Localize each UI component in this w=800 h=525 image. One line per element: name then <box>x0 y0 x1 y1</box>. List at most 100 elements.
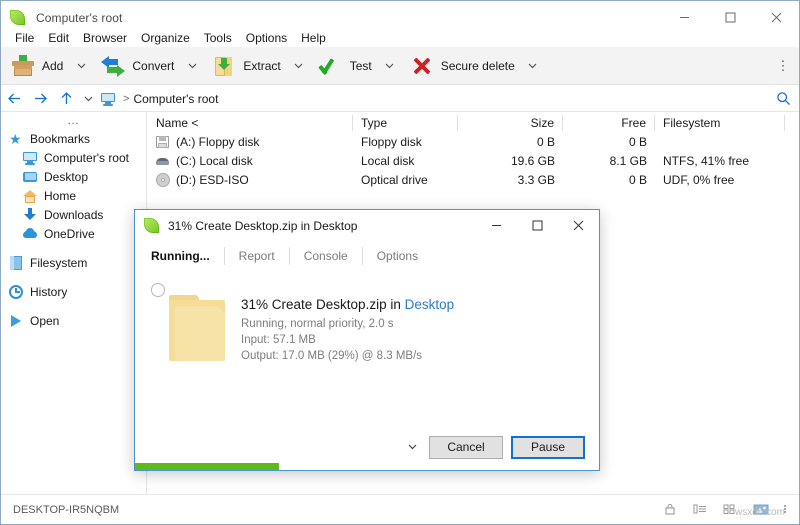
clock-icon <box>9 285 23 299</box>
sidebar-item-open[interactable]: Open <box>1 311 146 330</box>
menu-item-edit[interactable]: Edit <box>41 29 76 47</box>
table-row[interactable]: (A:) Floppy disk Floppy disk 0 B 0 B <box>148 132 799 151</box>
job-input-line: Input: 57.1 MB <box>241 332 454 348</box>
tiles-view-icon[interactable] <box>723 502 739 518</box>
sidebar-item-label: Bookmarks <box>30 132 90 146</box>
computer-icon[interactable] <box>97 86 119 112</box>
sidebar-item-history[interactable]: History <box>1 282 146 301</box>
column-header-type[interactable]: Type <box>353 115 458 131</box>
job-title: 31% Create Desktop.zip in Desktop <box>241 297 454 312</box>
column-header-name[interactable]: Name < <box>148 115 353 131</box>
job-entry[interactable]: 31% Create Desktop.zip in Desktop Runnin… <box>135 285 599 364</box>
cell-type: Floppy disk <box>353 132 458 151</box>
close-icon[interactable] <box>558 210 599 241</box>
lock-icon[interactable] <box>663 502 679 518</box>
extract-button[interactable]: Extract <box>202 47 288 85</box>
menu-item-tools[interactable]: Tools <box>197 29 239 47</box>
up-arrow-icon[interactable] <box>53 86 79 112</box>
cell-free: 0 B <box>563 170 655 189</box>
back-arrow-icon[interactable] <box>1 86 27 112</box>
sidebar-item-computers-root[interactable]: Computer's root <box>1 148 146 167</box>
secure-delete-dropdown-chevron-down-icon[interactable] <box>523 47 543 85</box>
cancel-button[interactable]: Cancel <box>429 436 503 459</box>
table-row[interactable]: (C:) Local disk Local disk 19.6 GB 8.1 G… <box>148 151 799 170</box>
progress-spinner-icon <box>151 283 165 297</box>
search-icon[interactable] <box>767 86 799 112</box>
sidebar-item-label: History <box>30 285 67 299</box>
table-row[interactable]: (D:) ESD-ISO Optical drive 3.3 GB 0 B UD… <box>148 170 799 189</box>
toolbar-group-extract: Extract <box>202 47 308 85</box>
file-name-label: (A:) Floppy disk <box>176 135 259 149</box>
two-arrows-icon <box>101 54 125 78</box>
sidebar: … ★ Bookmarks Computer's root Desktop Ho… <box>1 113 147 494</box>
folder-icon <box>169 295 225 361</box>
sidebar-item-label: Computer's root <box>44 151 129 165</box>
cell-size: 3.3 GB <box>458 170 563 189</box>
tab-report[interactable]: Report <box>225 247 290 265</box>
extract-dropdown-chevron-down-icon[interactable] <box>289 47 309 85</box>
column-header-free[interactable]: Free <box>563 115 655 131</box>
sidebar-item-onedrive[interactable]: OneDrive <box>1 224 146 243</box>
pause-button[interactable]: Pause <box>511 436 585 459</box>
optical-disc-icon <box>156 173 170 187</box>
toolbar-overflow-icon[interactable]: ⋮ <box>773 47 793 85</box>
add-button[interactable]: Add <box>1 47 71 85</box>
sidebar-item-label: Filesystem <box>30 256 87 270</box>
floppy-icon <box>156 135 170 149</box>
status-bar: DESKTOP-IR5NQBM <box>1 494 799 524</box>
secure-delete-button[interactable]: Secure delete <box>400 47 523 85</box>
footer-chevron-down-icon[interactable] <box>403 436 421 458</box>
desktop-icon <box>23 170 37 184</box>
list-view-icon[interactable] <box>693 502 709 518</box>
toolbar-group-test: Test <box>309 47 400 85</box>
cell-size: 19.6 GB <box>458 151 563 170</box>
menu-item-file[interactable]: File <box>8 29 41 47</box>
sidebar-spacer <box>1 272 146 282</box>
job-target-link[interactable]: Desktop <box>405 297 455 312</box>
cell-size: 0 B <box>458 132 563 151</box>
sidebar-overflow-dots[interactable]: … <box>1 115 146 129</box>
sidebar-item-desktop[interactable]: Desktop <box>1 167 146 186</box>
address-dropdown-chevron-down-icon[interactable] <box>79 86 97 112</box>
thumbnails-view-icon[interactable] <box>753 502 769 518</box>
menu-item-help[interactable]: Help <box>294 29 333 47</box>
column-header-filesystem[interactable]: Filesystem <box>655 115 785 131</box>
menu-item-options[interactable]: Options <box>239 29 294 47</box>
convert-dropdown-chevron-down-icon[interactable] <box>182 47 202 85</box>
tab-console[interactable]: Console <box>290 247 363 265</box>
toolbar-group-convert: Convert <box>91 47 202 85</box>
progress-dialog: 31% Create Desktop.zip in Desktop Runnin… <box>134 209 600 471</box>
dialog-body: 31% Create Desktop.zip in Desktop Runnin… <box>135 271 599 364</box>
sidebar-item-label: Desktop <box>44 170 88 184</box>
menu-item-organize[interactable]: Organize <box>134 29 197 47</box>
download-icon <box>23 208 37 222</box>
toolbar-group-add: Add <box>1 47 91 85</box>
maximize-icon[interactable] <box>517 210 558 241</box>
minimize-icon[interactable] <box>476 210 517 241</box>
more-options-icon[interactable] <box>783 502 789 518</box>
sidebar-item-filesystem[interactable]: Filesystem <box>1 253 146 272</box>
tab-options[interactable]: Options <box>363 247 432 265</box>
folder-down-arrow-icon <box>212 54 236 78</box>
menu-item-browser[interactable]: Browser <box>76 29 134 47</box>
column-header-size[interactable]: Size <box>458 115 563 131</box>
tab-running[interactable]: Running... <box>147 247 225 265</box>
extract-button-label: Extract <box>243 59 280 73</box>
job-details: 31% Create Desktop.zip in Desktop Runnin… <box>225 285 454 364</box>
dialog-title: 31% Create Desktop.zip in Desktop <box>168 219 357 233</box>
convert-button[interactable]: Convert <box>91 47 182 85</box>
test-dropdown-chevron-down-icon[interactable] <box>380 47 400 85</box>
test-button[interactable]: Test <box>309 47 380 85</box>
sidebar-item-label: Home <box>44 189 76 203</box>
breadcrumb[interactable]: Computer's root <box>133 92 218 106</box>
status-bar-icons <box>663 502 789 518</box>
toolbar-group-secure-delete: Secure delete <box>400 47 543 85</box>
forward-arrow-icon[interactable] <box>27 86 53 112</box>
sidebar-item-downloads[interactable]: Downloads <box>1 205 146 224</box>
add-dropdown-chevron-down-icon[interactable] <box>71 47 91 85</box>
sidebar-item-bookmarks[interactable]: ★ Bookmarks <box>1 129 146 148</box>
sidebar-item-home[interactable]: Home <box>1 186 146 205</box>
sidebar-item-label: Open <box>30 314 59 328</box>
job-output-line: Output: 17.0 MB (29%) @ 8.3 MB/s <box>241 348 454 364</box>
dialog-title-bar: 31% Create Desktop.zip in Desktop <box>135 210 599 241</box>
